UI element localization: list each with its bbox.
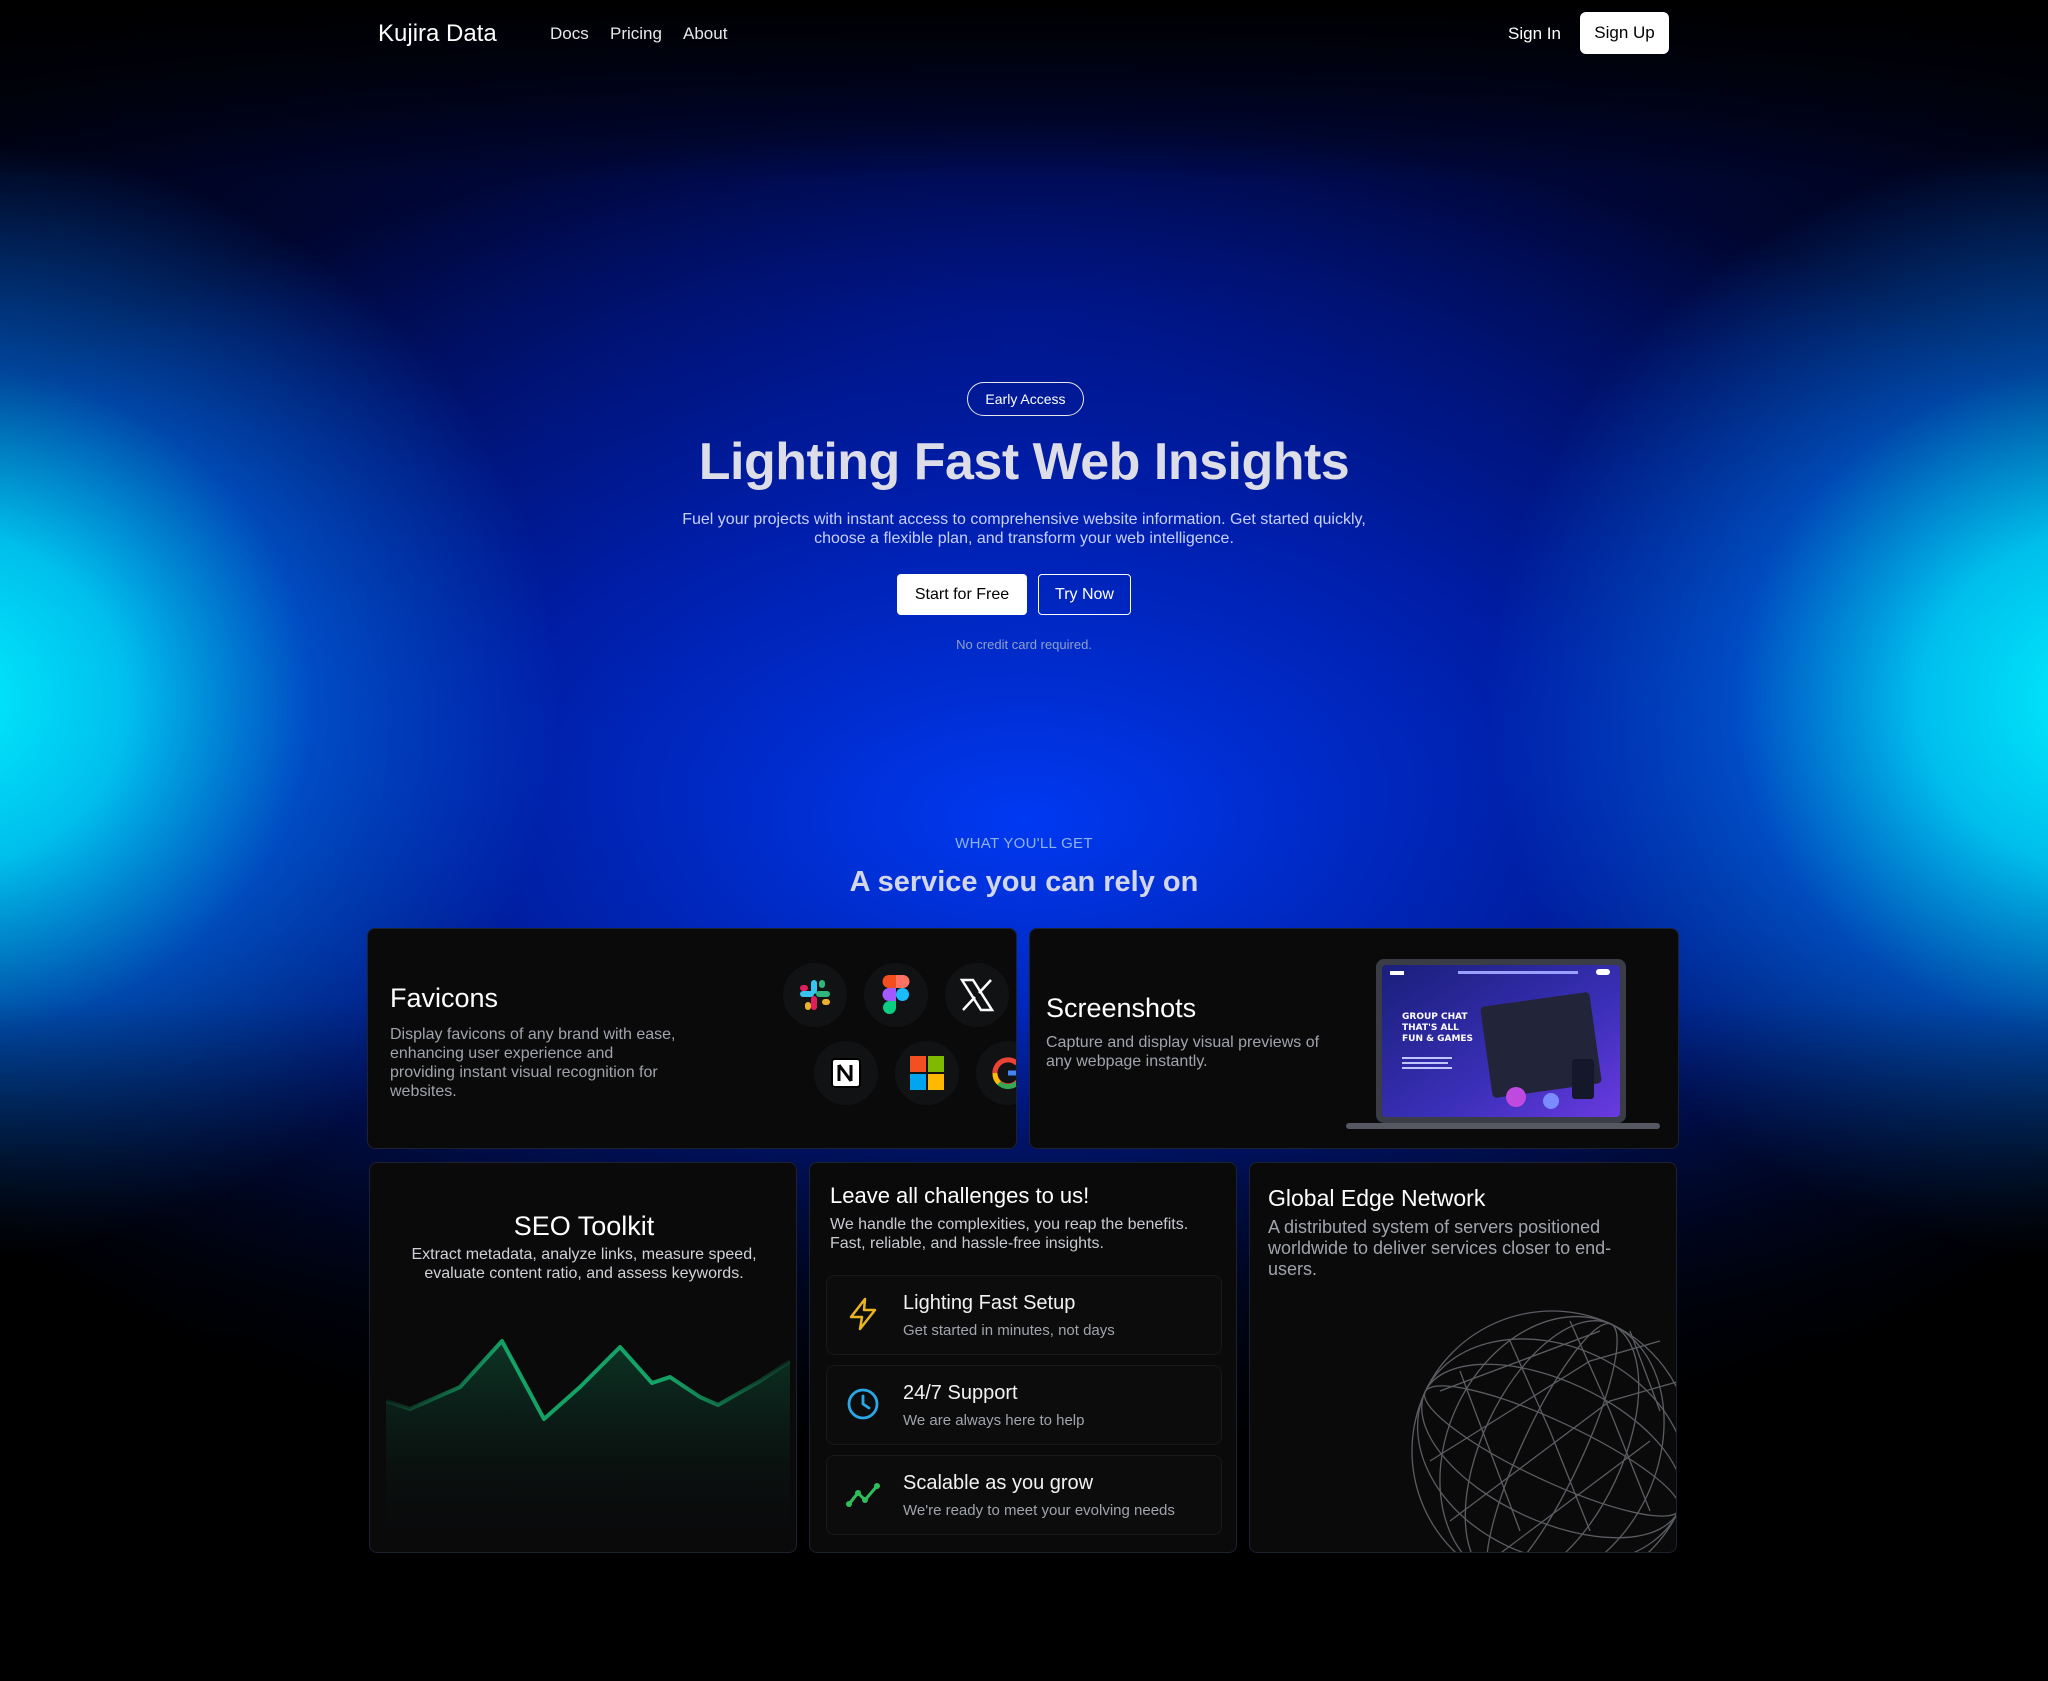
feature-title: 24/7 Support	[903, 1382, 1018, 1404]
trend-up-icon	[846, 1483, 880, 1507]
nav-link-about[interactable]: About	[683, 24, 727, 44]
feature-lighting-fast-setup: Lighting Fast Setup Get started in minut…	[826, 1275, 1222, 1355]
section-title: A service you can rely on	[849, 866, 1199, 898]
x-icon	[945, 963, 1009, 1027]
section-eyebrow: WHAT YOU'LL GET	[955, 835, 1093, 852]
feature-description: Get started in minutes, not days	[903, 1322, 1115, 1339]
global-edge-card: Global Edge Network A distributed system…	[1249, 1162, 1677, 1553]
challenges-card-description: We handle the complexities, you reap the…	[830, 1216, 1189, 1252]
hero-subtitle-line-1: Fuel your projects with instant access t…	[682, 511, 1366, 528]
seo-trend-chart	[385, 1339, 792, 1552]
screenshots-card-description: Capture and display visual previews of a…	[1046, 1034, 1320, 1070]
challenges-card: Leave all challenges to us! We handle th…	[809, 1162, 1237, 1553]
try-now-button[interactable]: Try Now	[1038, 574, 1131, 615]
challenges-card-title: Leave all challenges to us!	[830, 1183, 1090, 1208]
edge-card-description: A distributed system of servers position…	[1268, 1217, 1612, 1279]
favicons-card-title: Favicons	[390, 983, 499, 1013]
laptop-preview-image: GROUP CHAT THAT'S ALL FUN & GAMES	[1346, 959, 1666, 1139]
no-credit-card-note: No credit card required.	[956, 637, 1092, 652]
edge-card-title: Global Edge Network	[1268, 1185, 1486, 1211]
slack-icon	[783, 963, 847, 1027]
seo-toolkit-card: SEO Toolkit Extract metadata, analyze li…	[369, 1162, 797, 1553]
feature-description: We're ready to meet your evolving needs	[903, 1502, 1175, 1519]
google-icon	[976, 1041, 1016, 1105]
sign-in-link[interactable]: Sign In	[1508, 24, 1561, 44]
notion-icon	[814, 1041, 878, 1105]
sign-up-button[interactable]: Sign Up	[1580, 12, 1669, 54]
top-navigation: Kujira Data Docs Pricing About Sign In S…	[0, 0, 2048, 68]
hero-subtitle: Fuel your projects with instant access t…	[624, 510, 1424, 548]
microsoft-icon	[895, 1041, 959, 1105]
feature-scalable: Scalable as you grow We're ready to meet…	[826, 1455, 1222, 1535]
screenshots-card-title: Screenshots	[1046, 993, 1197, 1023]
clock-icon	[847, 1388, 879, 1420]
nav-link-docs[interactable]: Docs	[550, 24, 589, 44]
lightning-icon	[849, 1297, 877, 1331]
globe-icon	[1411, 1310, 1676, 1552]
figma-icon	[864, 963, 928, 1027]
feature-description: We are always here to help	[903, 1412, 1085, 1429]
hero-title: Lighting Fast Web Insights	[698, 433, 1350, 491]
nav-link-pricing[interactable]: Pricing	[610, 24, 662, 44]
screenshots-card: Screenshots Capture and display visual p…	[1029, 928, 1679, 1149]
feature-support: 24/7 Support We are always here to help	[826, 1365, 1222, 1445]
feature-title: Scalable as you grow	[903, 1472, 1094, 1494]
hero-subtitle-line-2: choose a flexible plan, and transform yo…	[814, 530, 1234, 547]
seo-card-title: SEO Toolkit	[513, 1211, 655, 1241]
favicons-card: Favicons Display favicons of any brand w…	[367, 928, 1017, 1149]
seo-card-description: Extract metadata, analyze links, measure…	[411, 1246, 757, 1282]
brand-logo[interactable]: Kujira Data	[378, 20, 497, 48]
start-for-free-button[interactable]: Start for Free	[897, 574, 1027, 615]
feature-title: Lighting Fast Setup	[903, 1292, 1076, 1314]
favicons-card-description: Display favicons of any brand with ease,…	[390, 1026, 676, 1100]
early-access-badge: Early Access	[967, 382, 1084, 416]
